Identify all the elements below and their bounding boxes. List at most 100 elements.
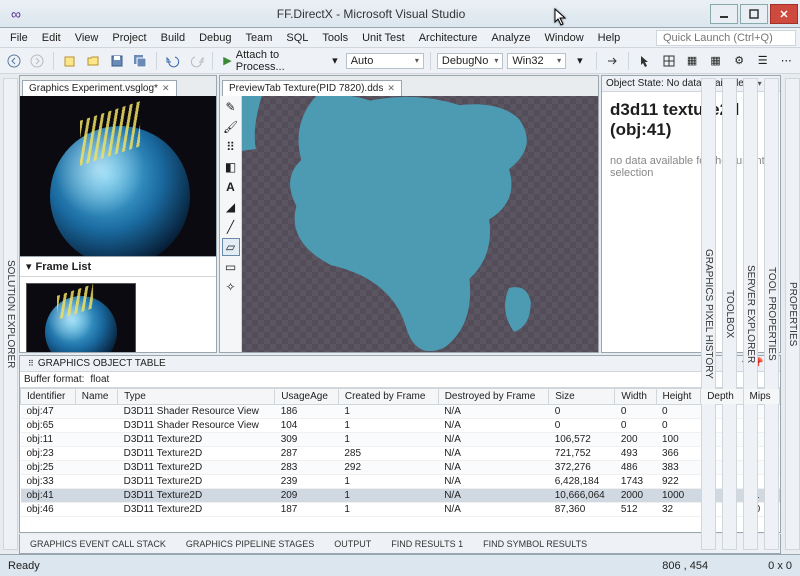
close-icon[interactable]: ✕ (387, 83, 395, 94)
nav-back-button[interactable] (4, 51, 24, 71)
status-bar: Ready 806 , 454 0 x 0 (0, 554, 800, 576)
tab-server-explorer[interactable]: SERVER EXPLORER (743, 78, 758, 550)
menu-architecture[interactable]: Architecture (413, 30, 484, 46)
step-button[interactable] (603, 51, 623, 71)
col-type[interactable]: Type (118, 389, 275, 405)
tab-graphics-experiment[interactable]: Graphics Experiment.vsglog* ✕ (22, 80, 177, 96)
eraser-tool-icon[interactable]: ◧ (222, 158, 240, 176)
texture-preview-canvas[interactable] (242, 96, 598, 352)
pointer-tool-icon[interactable] (635, 51, 655, 71)
fill-tool-icon[interactable]: ◢ (222, 198, 240, 216)
menu-team[interactable]: Team (240, 30, 279, 46)
save-all-button[interactable] (131, 51, 151, 71)
table-row[interactable]: obj:65D3D11 Shader Resource View1041N/A0… (21, 419, 780, 433)
expand-icon[interactable]: ⠿ (28, 359, 34, 368)
frame-thumbnail[interactable] (26, 283, 136, 352)
tab-preview-texture[interactable]: PreviewTab Texture(PID 7820).dds ✕ (222, 80, 402, 96)
debug-config-combo[interactable]: DebugNo▾ (437, 53, 504, 69)
spray-tool-icon[interactable]: ⠿ (222, 138, 240, 156)
tab-pipeline-stages[interactable]: GRAPHICS PIPELINE STAGES (176, 536, 324, 552)
undo-button[interactable] (163, 51, 183, 71)
grid-tool-icon[interactable] (659, 51, 679, 71)
close-button[interactable] (770, 4, 798, 24)
layers-tool-icon[interactable]: ☰ (753, 51, 773, 71)
buffer-format-label: Buffer format: (24, 374, 84, 385)
menu-file[interactable]: File (4, 30, 34, 46)
toggle-tool-icon[interactable]: ▦ (682, 51, 702, 71)
debug-target-dropdown[interactable]: ▾ (570, 51, 590, 71)
menu-build[interactable]: Build (155, 30, 191, 46)
table-row[interactable]: obj:47D3D11 Shader Resource View1861N/A0… (21, 405, 780, 419)
table-row[interactable]: obj:11D3D11 Texture2D3091N/A106,57220010… (21, 433, 780, 447)
col-identifier[interactable]: Identifier (21, 389, 76, 405)
menu-tools[interactable]: Tools (316, 30, 354, 46)
col-depth[interactable]: Depth (701, 389, 743, 405)
table-row[interactable]: obj:41D3D11 Texture2D2091N/A10,666,06420… (21, 489, 780, 503)
object-table-grid[interactable]: IdentifierNameTypeUsageAgeCreated by Fra… (20, 388, 780, 532)
toggle2-tool-icon[interactable]: ▦ (706, 51, 726, 71)
menu-view[interactable]: View (69, 30, 105, 46)
table-row[interactable]: obj:23D3D11 Texture2D287285N/A721,752493… (21, 447, 780, 461)
status-size: 0 x 0 (768, 560, 792, 572)
col-size[interactable]: Size (549, 389, 615, 405)
wand-tool-icon[interactable]: ✧ (222, 278, 240, 296)
col-height[interactable]: Height (656, 389, 701, 405)
menu-edit[interactable]: Edit (36, 30, 67, 46)
new-project-button[interactable] (60, 51, 80, 71)
frame-list-header[interactable]: ▾ Frame List (20, 257, 216, 277)
dropdown-icon[interactable]: ▾ (758, 79, 762, 88)
table-row[interactable]: obj:25D3D11 Texture2D283292N/A372,276486… (21, 461, 780, 475)
preview-texture-panel: PreviewTab Texture(PID 7820).dds ✕ ✎ 🖌 ⠿… (219, 75, 599, 353)
menu-unit-test[interactable]: Unit Test (356, 30, 411, 46)
col-name[interactable]: Name (75, 389, 117, 405)
platform-combo[interactable]: Win32▾ (507, 53, 566, 69)
col-usageage[interactable]: UsageAge (275, 389, 339, 405)
table-row[interactable]: obj:46D3D11 Texture2D1871N/A87,360512320… (21, 503, 780, 517)
col-width[interactable]: Width (615, 389, 656, 405)
redo-button[interactable] (187, 51, 207, 71)
crop-tool-icon[interactable]: ▱ (222, 238, 240, 256)
menu-project[interactable]: Project (106, 30, 152, 46)
tab-find-symbol-results[interactable]: FIND SYMBOL RESULTS (473, 536, 597, 552)
settings-tool-icon[interactable]: ⚙ (729, 51, 749, 71)
pencil-tool-icon[interactable]: ✎ (222, 98, 240, 116)
bottom-tool-window-tabs: GRAPHICS EVENT CALL STACK GRAPHICS PIPEL… (19, 534, 781, 554)
brush-tool-icon[interactable]: 🖌 (222, 118, 240, 136)
close-icon[interactable]: ✕ (162, 83, 170, 94)
solution-config-combo[interactable]: Auto▾ (346, 53, 424, 69)
tab-graphics-pixel-history[interactable]: GRAPHICS PIXEL HISTORY (701, 78, 716, 550)
table-row[interactable]: obj:33D3D11 Texture2D2391N/A6,428,184174… (21, 475, 780, 489)
left-sidebar-tabs: SOLUTION EXPLORER CLASS VIEW PROPERTY MA… (0, 74, 18, 554)
tab-toolbox[interactable]: TOOLBOX (722, 78, 737, 550)
col-destroyed-by-frame[interactable]: Destroyed by Frame (438, 389, 549, 405)
menu-analyze[interactable]: Analyze (485, 30, 536, 46)
tab-output[interactable]: OUTPUT (324, 536, 381, 552)
col-created-by-frame[interactable]: Created by Frame (338, 389, 438, 405)
open-button[interactable] (84, 51, 104, 71)
select-tool-icon[interactable]: ▭ (222, 258, 240, 276)
buffer-format-value[interactable]: float (90, 374, 109, 385)
quick-launch-input[interactable] (656, 30, 796, 46)
maximize-button[interactable] (740, 4, 768, 24)
eyedropper-tool-icon[interactable]: ╱ (222, 218, 240, 236)
config-tool-icon[interactable]: ⋯ (776, 51, 796, 71)
col-mips[interactable]: Mips (743, 389, 779, 405)
menu-debug[interactable]: Debug (193, 30, 237, 46)
mouse-cursor (554, 8, 568, 26)
tab-find-results-1[interactable]: FIND RESULTS 1 (381, 536, 473, 552)
nav-fwd-button[interactable] (28, 51, 48, 71)
minimize-button[interactable] (710, 4, 738, 24)
menu-help[interactable]: Help (592, 30, 627, 46)
menu-window[interactable]: Window (539, 30, 590, 46)
frame-capture-image[interactable] (20, 96, 216, 256)
tab-tool-properties[interactable]: TOOL PROPERTIES (764, 78, 779, 550)
tab-properties[interactable]: PROPERTIES (785, 78, 800, 550)
attach-to-process-button[interactable]: ▶Attach to Process...▾ (219, 49, 341, 73)
text-tool-icon[interactable]: A (222, 178, 240, 196)
save-button[interactable] (107, 51, 127, 71)
tab-solution-explorer[interactable]: SOLUTION EXPLORER (3, 78, 18, 550)
tab-call-stack[interactable]: GRAPHICS EVENT CALL STACK (20, 536, 176, 552)
window-title: FF.DirectX - Microsoft Visual Studio (32, 7, 710, 21)
menu-sql[interactable]: SQL (280, 30, 314, 46)
status-ready: Ready (8, 560, 40, 572)
